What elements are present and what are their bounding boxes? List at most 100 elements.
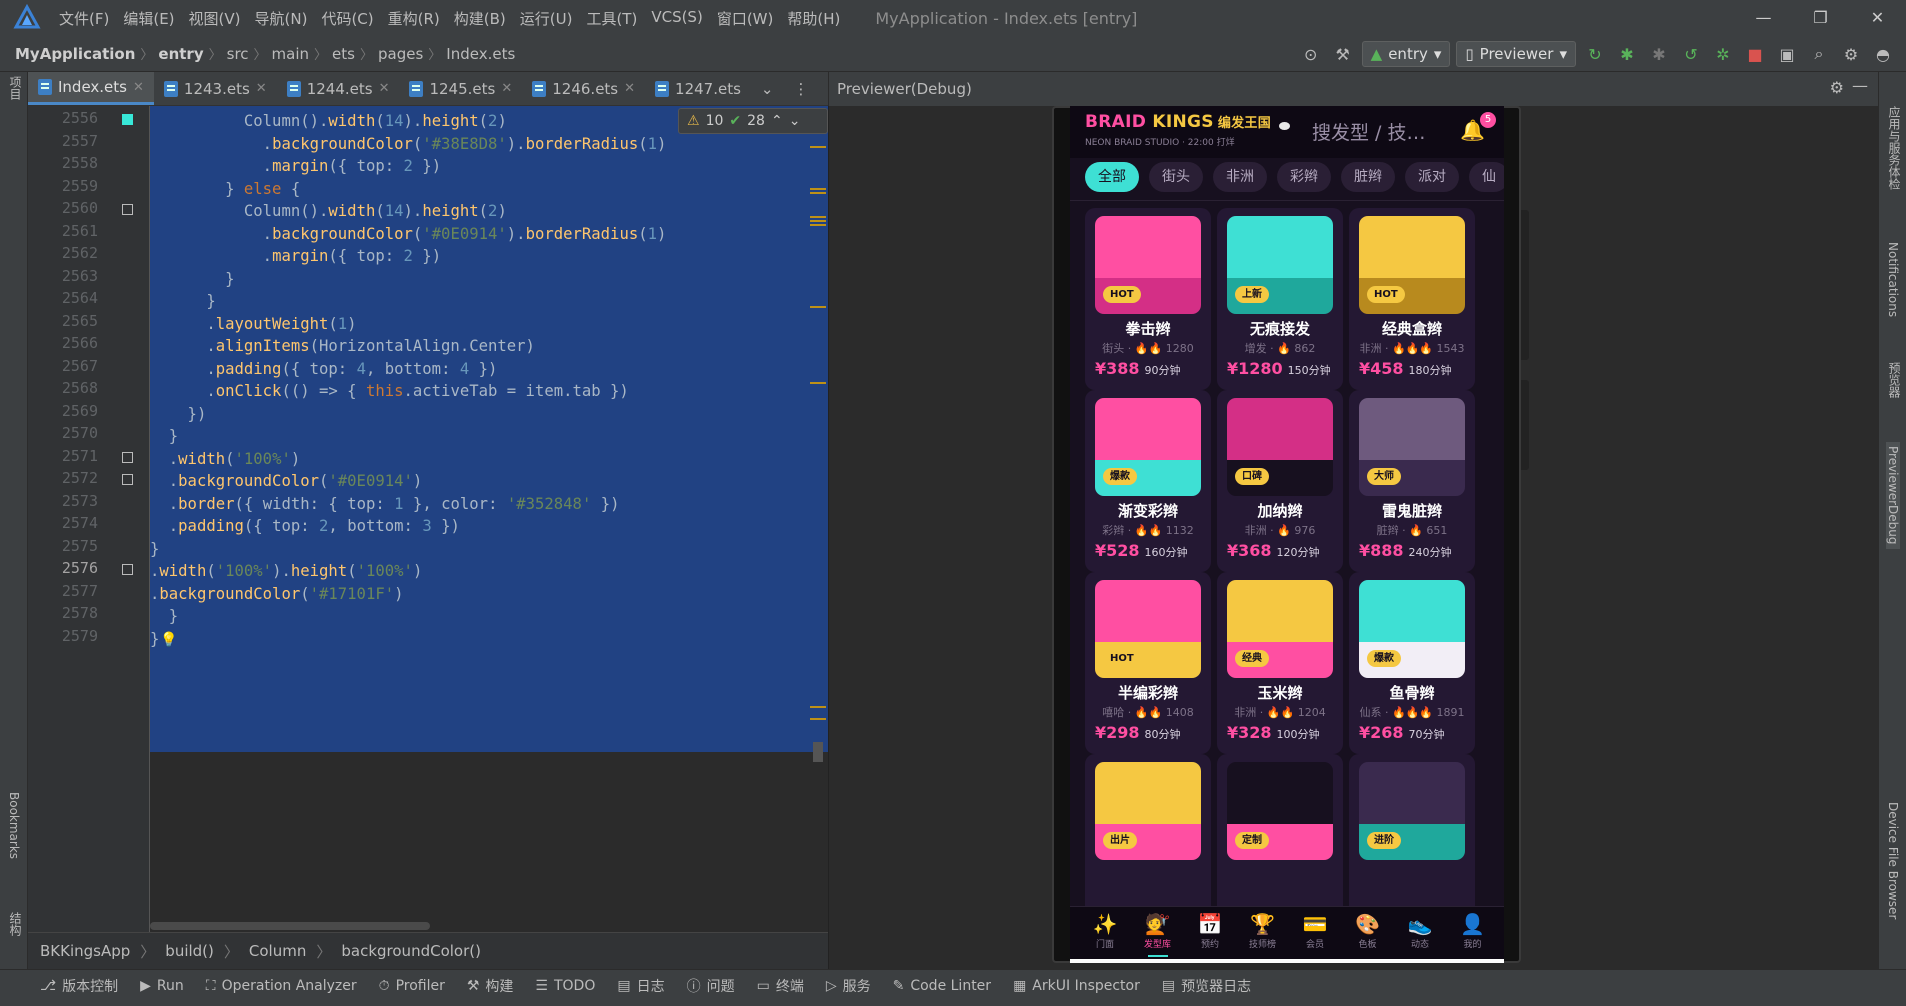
code-editor[interactable]: Column().width(14).height(2) .background… [150,106,828,932]
device-manager-icon[interactable]: ▣ [1774,41,1800,67]
style-card[interactable]: 大师 雷鬼脏辫 脏辫 · 🔥 651 ¥888 240分钟 [1349,390,1475,572]
inspection-widget[interactable]: ⚠ 10 ✔ 28 ⌃ ⌄ [678,108,828,134]
terminal-tool[interactable]: ▭ 终端 [757,976,804,996]
log-tool[interactable]: ▤ 日志 [617,976,664,996]
breadcrumb-item[interactable]: build() [165,942,214,960]
chevron-up-icon[interactable]: ⌃ [771,113,783,129]
breadcrumb-item[interactable]: main [272,45,309,63]
breadcrumb-item[interactable]: backgroundColor() [341,942,481,960]
close-tab-icon[interactable]: ✕ [624,81,635,96]
editor-tab[interactable]: 1244.ets ✕ [277,72,400,105]
menu-item[interactable]: 导航(N) [248,8,315,29]
device-file-browser-tool[interactable]: Device File Browser [1886,802,1900,919]
minimize-panel-icon[interactable]: — [1852,76,1868,95]
more-options-icon[interactable]: ⋮ [783,72,818,105]
module-select[interactable]: ▲ entry ▾ [1361,41,1451,67]
build-tool[interactable]: ⚒ 构建 [467,976,514,996]
menu-item[interactable]: 编辑(E) [116,8,181,29]
menu-item[interactable]: 代码(C) [314,8,380,29]
code-linter-tool[interactable]: ✎ Code Linter [893,978,991,994]
debug-icon[interactable]: ✱ [1614,41,1640,67]
menu-item[interactable]: 文件(F) [52,8,116,29]
tab-bar-item[interactable]: 💳 会员 [1288,911,1342,950]
close-button[interactable]: ✕ [1849,0,1906,36]
search-icon[interactable]: ⌕ [1806,41,1832,67]
editor-tab[interactable]: Index.ets ✕ [28,72,154,105]
style-card[interactable]: 爆款 渐变彩辫 彩辫 · 🔥🔥 1132 ¥528 160分钟 [1085,390,1211,572]
breadcrumb-item[interactable]: BKKingsApp [40,942,130,960]
previewer-debug-tool[interactable]: PreviewerDebug [1886,442,1900,549]
apply-changes-icon[interactable]: ↺ [1678,41,1704,67]
style-card[interactable]: 经典 玉米辫 非洲 · 🔥🔥 1204 ¥328 100分钟 [1217,572,1343,754]
breadcrumb-item[interactable]: Column [249,942,306,960]
problems-tool[interactable]: ⓘ 问题 [687,976,735,996]
search-input[interactable]: 搜发型 / 技… [1312,118,1425,145]
style-card[interactable]: 上新 无痕接发 增发 · 🔥 862 ¥1280 150分钟 [1217,208,1343,390]
vcs-tool[interactable]: ⎇ 版本控制 [40,976,118,996]
close-tab-icon[interactable]: ✕ [256,81,267,96]
attach-icon[interactable]: ✱ [1646,41,1672,67]
stop-icon[interactable]: ■ [1742,41,1768,67]
breadcrumb-item[interactable]: pages [378,45,423,63]
style-card[interactable]: 爆款 鱼骨辫 仙系 · 🔥🔥🔥 1891 ¥268 70分钟 [1349,572,1475,754]
tab-bar-item[interactable]: 🎨 色板 [1341,911,1395,950]
bookmarks-tool[interactable]: Bookmarks [7,792,21,859]
menu-item[interactable]: 视图(V) [182,8,248,29]
lightbulb-icon[interactable]: 💡 [160,632,177,648]
style-card[interactable]: HOT 半编彩辫 嘻哈 · 🔥🔥 1408 ¥298 80分钟 [1085,572,1211,754]
tab-overflow-icon[interactable]: ⌄ [751,72,784,105]
horizontal-scrollbar[interactable] [150,922,430,930]
target-icon[interactable]: ⊙ [1298,41,1324,67]
category-chip[interactable]: 派对 [1405,162,1459,192]
editor-tab[interactable]: 1245.ets ✕ [399,72,522,105]
close-tab-icon[interactable]: ✕ [133,80,144,95]
breadcrumb-item[interactable]: Index.ets [446,45,515,63]
analyzer-tool[interactable]: ⛶ Operation Analyzer [206,978,357,994]
project-tool[interactable]: 项目 [7,76,24,100]
tab-bar-item[interactable]: ✨ 门面 [1078,911,1132,950]
tab-bar-item[interactable]: 👟 动态 [1393,911,1447,950]
tab-bar-item[interactable]: 📅 预约 [1183,911,1237,950]
category-chip[interactable]: 街头 [1149,162,1203,192]
breadcrumb-item[interactable]: entry [158,45,203,63]
app-health-tool[interactable]: 应用与服务体检 [1886,106,1903,190]
tab-bar-item[interactable]: 🏆 技师榜 [1236,911,1290,950]
menu-item[interactable]: 运行(U) [513,8,580,29]
menu-item[interactable]: VCS(S) [644,8,709,29]
close-tab-icon[interactable]: ✕ [501,81,512,96]
structure-tool[interactable]: 结构 [7,912,24,936]
user-icon[interactable]: ◓ [1870,41,1896,67]
rerun-icon[interactable]: ↻ [1582,41,1608,67]
editor-tab[interactable]: 1246.ets ✕ [522,72,645,105]
menu-item[interactable]: 工具(T) [579,8,644,29]
breadcrumb-item[interactable]: src [227,45,249,63]
chevron-down-icon[interactable]: ⌄ [789,113,801,129]
maximize-button[interactable]: ❐ [1792,0,1849,36]
previewer-log-tool[interactable]: ▤ 预览器日志 [1162,976,1251,996]
menu-item[interactable]: 帮助(H) [780,8,847,29]
profiler-tool[interactable]: ⏱ Profiler [379,978,445,994]
menu-item[interactable]: 构建(B) [447,8,513,29]
preview-tool[interactable]: 预览器 [1886,362,1903,398]
arkui-inspector-tool[interactable]: ▦ ArkUI Inspector [1013,978,1140,994]
category-chip[interactable]: 彩辫 [1277,162,1331,192]
style-card[interactable]: HOT 拳击辫 街头 · 🔥🔥 1280 ¥388 90分钟 [1085,208,1211,390]
hammer-icon[interactable]: ⚒ [1330,41,1356,67]
style-card[interactable]: HOT 经典盒辫 非洲 · 🔥🔥🔥 1543 ¥458 180分钟 [1349,208,1475,390]
gear-icon[interactable]: ⚙ [1830,78,1844,97]
profile-icon[interactable]: ✲ [1710,41,1736,67]
category-chip[interactable]: 全部 [1085,162,1139,192]
breadcrumb-item[interactable]: ets [332,45,355,63]
gear-icon[interactable]: ⚙ [1838,41,1864,67]
breadcrumb-item[interactable]: MyApplication [15,45,135,63]
minimize-button[interactable]: — [1735,0,1792,36]
device-select[interactable]: ▯ Previewer ▾ [1456,41,1576,67]
category-chip[interactable]: 非洲 [1213,162,1267,192]
run-tool[interactable]: ▶ Run [140,978,184,994]
style-card[interactable]: 口碑 加纳辫 非洲 · 🔥 976 ¥368 120分钟 [1217,390,1343,572]
todo-tool[interactable]: ☰ TODO [535,978,595,994]
editor-tab[interactable]: 1243.ets ✕ [154,72,277,105]
services-tool[interactable]: ▷ 服务 [826,976,871,996]
category-chip[interactable]: 仙 [1469,162,1504,192]
notifications-tool[interactable]: Notifications [1886,242,1900,317]
